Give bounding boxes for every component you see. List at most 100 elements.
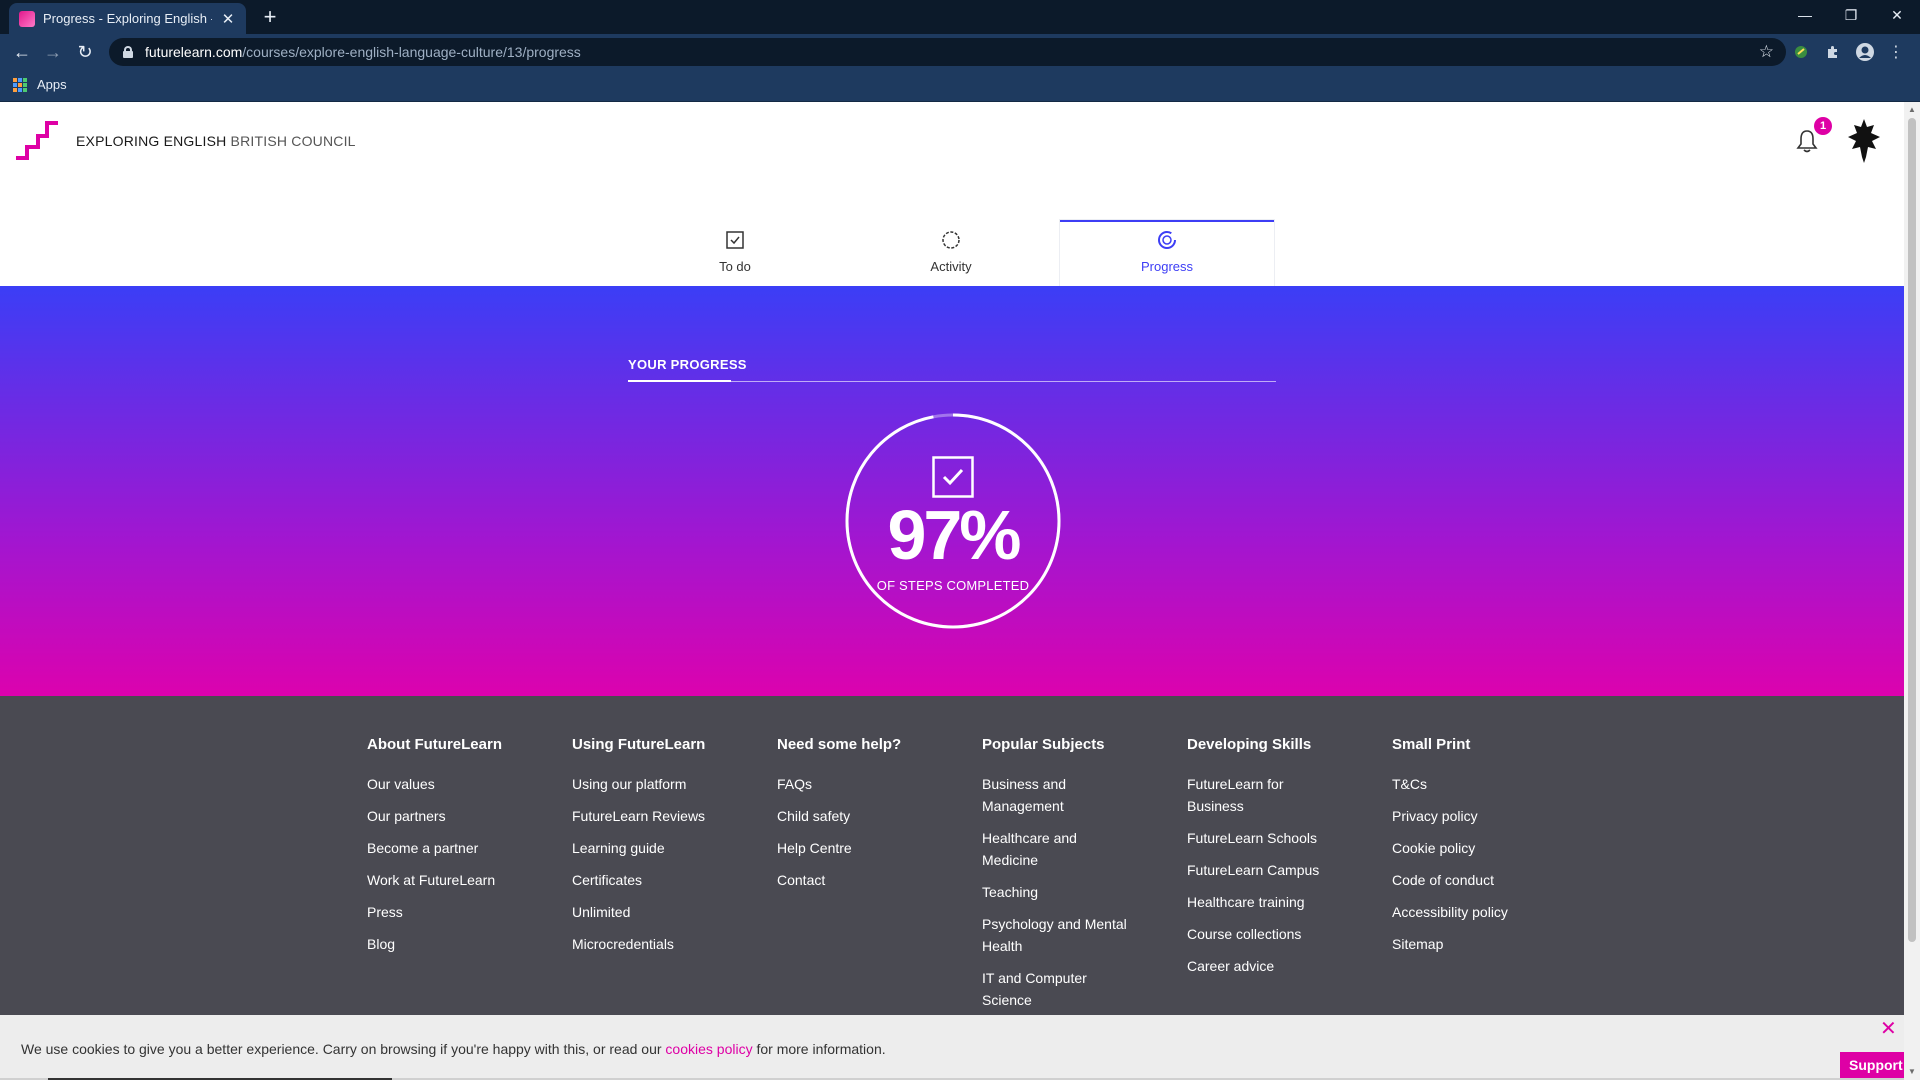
- futurelearn-logo-icon[interactable]: [16, 120, 58, 162]
- footer-column-title: Using FutureLearn: [572, 736, 706, 753]
- footer-link[interactable]: Our partners: [367, 805, 517, 827]
- checkbox-icon: [724, 229, 746, 251]
- footer-link[interactable]: Help Centre: [777, 837, 927, 859]
- footer-link[interactable]: Business and Management: [982, 773, 1132, 817]
- footer-link[interactable]: Teaching: [982, 881, 1132, 903]
- apps-label: Apps: [37, 77, 67, 92]
- url-domain: futurelearn.com: [145, 44, 243, 60]
- tab-label: Progress: [1140, 259, 1194, 274]
- bookmarks-bar: Apps: [0, 70, 1920, 102]
- footer-link[interactable]: FutureLearn Campus: [1187, 859, 1337, 881]
- footer-column-title: Developing Skills: [1187, 736, 1312, 753]
- footer-link[interactable]: FutureLearn Reviews: [572, 805, 722, 827]
- heading-underline: [628, 380, 731, 382]
- partner-name: BRITISH COUNCIL: [230, 133, 356, 149]
- footer-link[interactable]: FAQs: [777, 773, 927, 795]
- close-window-icon[interactable]: ✕: [1874, 0, 1920, 30]
- footer-link[interactable]: Using our platform: [572, 773, 722, 795]
- steps-checkbox-icon: [932, 456, 974, 498]
- back-arrow-icon[interactable]: ←: [10, 40, 34, 64]
- browser-toolbar: ← → ↻ futurelearn.com/courses/explore-en…: [0, 34, 1920, 70]
- footer-link[interactable]: Become a partner: [367, 837, 517, 859]
- notification-bell-icon[interactable]: [1796, 129, 1818, 153]
- footer-link[interactable]: T&Cs: [1392, 773, 1542, 795]
- tab-label: Activity: [930, 259, 972, 274]
- footer-link[interactable]: Our values: [367, 773, 517, 795]
- footer-link[interactable]: FutureLearn for Business: [1187, 773, 1337, 817]
- profile-icon[interactable]: [1853, 40, 1877, 64]
- url-path: /courses/explore-english-language-cultur…: [242, 44, 581, 60]
- footer-link[interactable]: Child safety: [777, 805, 927, 827]
- footer-link[interactable]: Press: [367, 901, 517, 923]
- your-progress-heading: YOUR PROGRESS: [628, 357, 747, 372]
- course-name[interactable]: EXPLORING ENGLISH: [76, 133, 226, 149]
- footer-column-title: Small Print: [1392, 736, 1471, 753]
- course-title: EXPLORING ENGLISH BRITISH COUNCIL: [76, 133, 356, 149]
- tab-label: To do: [719, 259, 751, 274]
- extension-leaf-icon[interactable]: [1789, 40, 1813, 64]
- tab-to-do[interactable]: To do: [628, 220, 842, 286]
- browser-tab[interactable]: Progress - Exploring English - British C…: [9, 3, 246, 34]
- footer-link[interactable]: Career advice: [1187, 955, 1337, 977]
- window-controls: — ❐ ✕: [1782, 0, 1920, 30]
- footer-column-title: Popular Subjects: [982, 736, 1105, 753]
- scroll-thumb[interactable]: [1908, 118, 1916, 942]
- page-scrollbar[interactable]: ▲ ▼: [1904, 102, 1920, 1080]
- reload-icon[interactable]: ↻: [73, 40, 97, 64]
- footer-link[interactable]: Code of conduct: [1392, 869, 1542, 891]
- forward-arrow-icon[interactable]: →: [41, 40, 65, 64]
- footer-column: Small Print T&Cs Privacy policy Cookie poli…: [1392, 736, 1597, 1021]
- minimize-icon[interactable]: —: [1782, 0, 1828, 30]
- cookie-text-before: We use cookies to give you a better expe…: [21, 1041, 666, 1057]
- footer-link[interactable]: Certificates: [572, 869, 722, 891]
- cookie-text-after: for more information.: [752, 1041, 886, 1057]
- scroll-down-icon[interactable]: ▼: [1907, 1067, 1917, 1077]
- cookies-policy-link[interactable]: cookies policy: [665, 1041, 752, 1057]
- footer-link[interactable]: Sitemap: [1392, 933, 1542, 955]
- progress-ring-icon: [1156, 229, 1178, 251]
- site-header: EXPLORING ENGLISH BRITISH COUNCIL 1: [0, 102, 1904, 182]
- footer-column-title: About FutureLearn: [367, 736, 502, 753]
- activity-ring-icon: [940, 229, 962, 251]
- footer-link[interactable]: IT and Computer Science: [982, 967, 1132, 1011]
- scroll-up-icon[interactable]: ▲: [1907, 105, 1917, 115]
- footer-link[interactable]: Unlimited: [572, 901, 722, 923]
- new-tab-icon[interactable]: +: [258, 5, 282, 29]
- extensions-puzzle-icon[interactable]: [1821, 40, 1845, 64]
- footer-link[interactable]: Accessibility policy: [1392, 901, 1542, 923]
- footer-link[interactable]: Healthcare training: [1187, 891, 1337, 913]
- close-tab-icon[interactable]: ✕: [220, 10, 236, 28]
- futurelearn-favicon-icon: [19, 10, 35, 27]
- footer-column-title: Need some help?: [777, 736, 902, 753]
- footer-link[interactable]: Microcredentials: [572, 933, 722, 955]
- footer-link[interactable]: Course collections: [1187, 923, 1337, 945]
- address-bar[interactable]: futurelearn.com/courses/explore-english-…: [109, 38, 1786, 66]
- browser-menu-icon[interactable]: ⋮: [1884, 40, 1908, 64]
- footer-link[interactable]: Privacy policy: [1392, 805, 1542, 827]
- browser-tabstrip: Progress - Exploring English - British C…: [0, 0, 1920, 34]
- footer-link[interactable]: Psychology and Mental Health: [982, 913, 1132, 957]
- progress-percentage: 97%: [887, 496, 1021, 574]
- cookie-message: We use cookies to give you a better expe…: [21, 1041, 886, 1057]
- progress-caption: OF STEPS COMPLETED: [876, 578, 1030, 593]
- bookmark-star-icon[interactable]: ☆: [1759, 42, 1774, 62]
- footer-link[interactable]: Cookie policy: [1392, 837, 1542, 859]
- footer-link[interactable]: Learning guide: [572, 837, 722, 859]
- footer-link[interactable]: Blog: [367, 933, 517, 955]
- cookie-banner: We use cookies to give you a better expe…: [0, 1015, 1904, 1080]
- footer-link[interactable]: Work at FutureLearn: [367, 869, 517, 891]
- close-cookie-banner-icon[interactable]: ✕: [1880, 1019, 1897, 1039]
- footer-link[interactable]: FutureLearn Schools: [1187, 827, 1337, 849]
- footer-link[interactable]: Healthcare and Medicine: [982, 827, 1132, 871]
- user-avatar[interactable]: [1846, 117, 1882, 163]
- tab-progress[interactable]: Progress: [1060, 220, 1274, 286]
- notification-badge: 1: [1814, 117, 1832, 135]
- footer-column: About FutureLearn Our values Our partners B…: [367, 736, 572, 1021]
- apps-shortcut[interactable]: Apps: [13, 77, 67, 92]
- lock-icon: [123, 46, 133, 58]
- restore-icon[interactable]: ❐: [1828, 0, 1874, 30]
- footer-column: Using FutureLearn Using our platform Futur…: [572, 736, 777, 1021]
- support-button[interactable]: Support: [1840, 1052, 1904, 1078]
- tab-activity[interactable]: Activity: [844, 220, 1058, 286]
- footer-link[interactable]: Contact: [777, 869, 927, 891]
